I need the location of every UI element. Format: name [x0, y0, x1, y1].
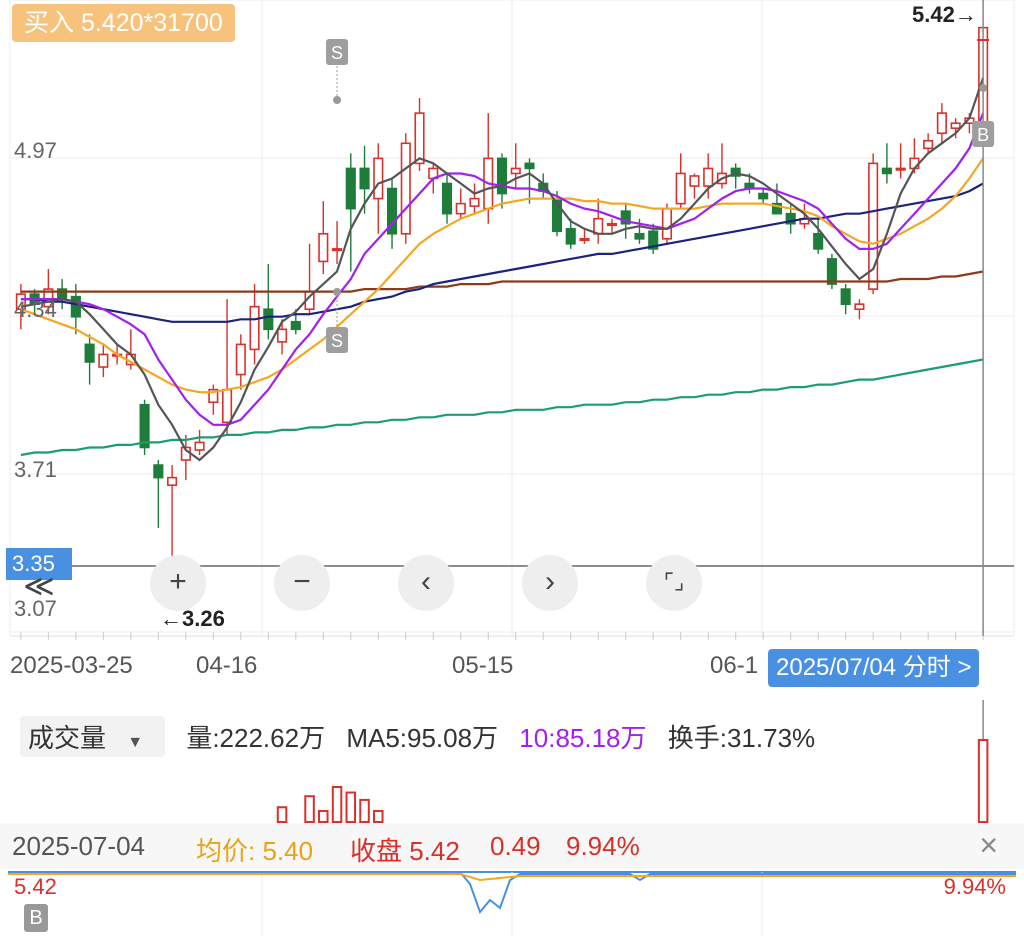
sell-marker-2-dot	[333, 288, 342, 296]
x-label-0611: 06-1	[710, 652, 759, 679]
volume-bar	[331, 786, 343, 823]
candle-down	[758, 192, 769, 200]
close-icon[interactable]: ×	[979, 827, 998, 864]
candle-up	[276, 328, 288, 343]
candle-up	[469, 197, 480, 207]
volume-bar	[359, 798, 370, 823]
candle-down	[84, 343, 95, 363]
candle-down	[70, 295, 81, 318]
zoom-out-button[interactable]: −	[274, 555, 330, 611]
ma250-line	[20, 358, 984, 457]
candle-down	[634, 232, 645, 240]
candle-up	[249, 305, 260, 351]
candle-down	[441, 182, 453, 215]
volume-value: 量:222.62万	[186, 723, 326, 753]
high-price-label: 5.42→	[912, 2, 977, 27]
candle-up	[510, 167, 521, 175]
buy-marker-dot	[979, 84, 988, 92]
candle-up	[235, 343, 246, 376]
candle-up	[675, 172, 686, 205]
buy-marker: B	[977, 125, 989, 145]
candle-up	[689, 175, 700, 187]
candle-down	[826, 258, 837, 285]
volume-ma5: MA5:95.08万	[346, 723, 499, 753]
volume-selector-label: 成交量	[28, 723, 107, 753]
candle-down	[813, 232, 824, 250]
mini-pct: 9.94%	[943, 874, 1006, 899]
kline-chart[interactable]: S S B	[0, 0, 1024, 936]
candle-up	[854, 303, 865, 311]
mini-buy-badge: B	[24, 904, 48, 932]
volume-selector[interactable]: 成交量 ▼	[20, 716, 166, 757]
candle-down	[524, 162, 535, 170]
x-label-0325: 2025-03-25	[10, 652, 133, 679]
sell-marker: S	[331, 43, 343, 63]
y-label-497: 4.97	[14, 138, 57, 163]
day-info-bar: 2025-07-04 均价: 5.40 收盘 5.42 0.49 9.94% ×	[0, 823, 1024, 869]
candle-up	[661, 207, 673, 240]
candle-up	[703, 167, 714, 187]
next-button[interactable]: ›	[522, 555, 578, 611]
candle-down	[840, 288, 851, 305]
candle-up	[98, 353, 109, 368]
ma5-line	[20, 77, 985, 462]
prev-button[interactable]: ‹	[398, 555, 454, 611]
candle-down	[263, 308, 274, 331]
x-label-0515: 05-15	[452, 652, 514, 679]
candle-up	[222, 388, 233, 424]
info-date: 2025-07-04	[12, 831, 145, 861]
volume-bar	[318, 809, 329, 823]
candle-down	[139, 403, 150, 449]
y-label-371: 3.71	[14, 457, 57, 482]
dropdown-icon: ▼	[127, 734, 144, 751]
candle-up	[318, 232, 329, 263]
candle-up	[895, 167, 906, 171]
date-timeshare-button[interactable]: 2025/07/04 分时 >	[768, 649, 980, 687]
candle-up	[455, 202, 466, 215]
volume-bar	[977, 739, 989, 823]
candle-down	[565, 227, 576, 245]
candle-up	[167, 476, 178, 486]
info-change: 0.49	[490, 831, 541, 861]
candle-up	[923, 139, 934, 150]
candle-down	[496, 157, 508, 195]
fullscreen-button[interactable]: ⌜⌟	[646, 555, 702, 611]
volume-bar	[304, 795, 315, 823]
volume-bar	[373, 809, 384, 823]
info-avg-price: 均价: 5.40	[196, 836, 314, 866]
candle-down	[345, 167, 356, 210]
candle-up	[414, 112, 425, 165]
candle-up	[400, 142, 411, 235]
candle-down	[881, 167, 892, 175]
trade-tag: 买入 5.420*31700	[12, 4, 235, 42]
fast-back-button[interactable]: ≪	[14, 560, 64, 616]
candle-up	[373, 157, 384, 200]
candle-up	[331, 248, 343, 252]
y-label-434: 4.34	[14, 297, 57, 322]
volume-legend: 成交量 ▼ 量:222.62万 MA5:95.08万 10:85.18万 换手:…	[20, 716, 829, 757]
turnover-rate: 换手:31.73%	[667, 723, 816, 753]
candle-up	[936, 112, 947, 135]
x-label-0416: 04-16	[196, 652, 258, 679]
info-close-price: 收盘 5.42	[350, 836, 460, 866]
candle-down	[153, 464, 164, 479]
candle-up	[194, 441, 205, 451]
volume-bar	[345, 791, 357, 824]
zoom-in-button[interactable]: +	[150, 555, 206, 611]
sell-marker-2: S	[331, 331, 343, 351]
volume-bar	[276, 806, 288, 823]
candle-up	[579, 238, 590, 242]
volume-ma10: 10:85.18万	[519, 723, 647, 753]
mini-price: 5.42	[14, 874, 57, 899]
candle-down	[290, 320, 301, 331]
candle-down	[359, 167, 370, 190]
candle-up	[606, 222, 618, 227]
candle-up	[593, 217, 604, 235]
info-change-pct: 9.94%	[566, 831, 640, 861]
ma120-line	[20, 270, 984, 293]
candle-up	[950, 122, 961, 130]
sell-marker-dot	[333, 96, 342, 104]
